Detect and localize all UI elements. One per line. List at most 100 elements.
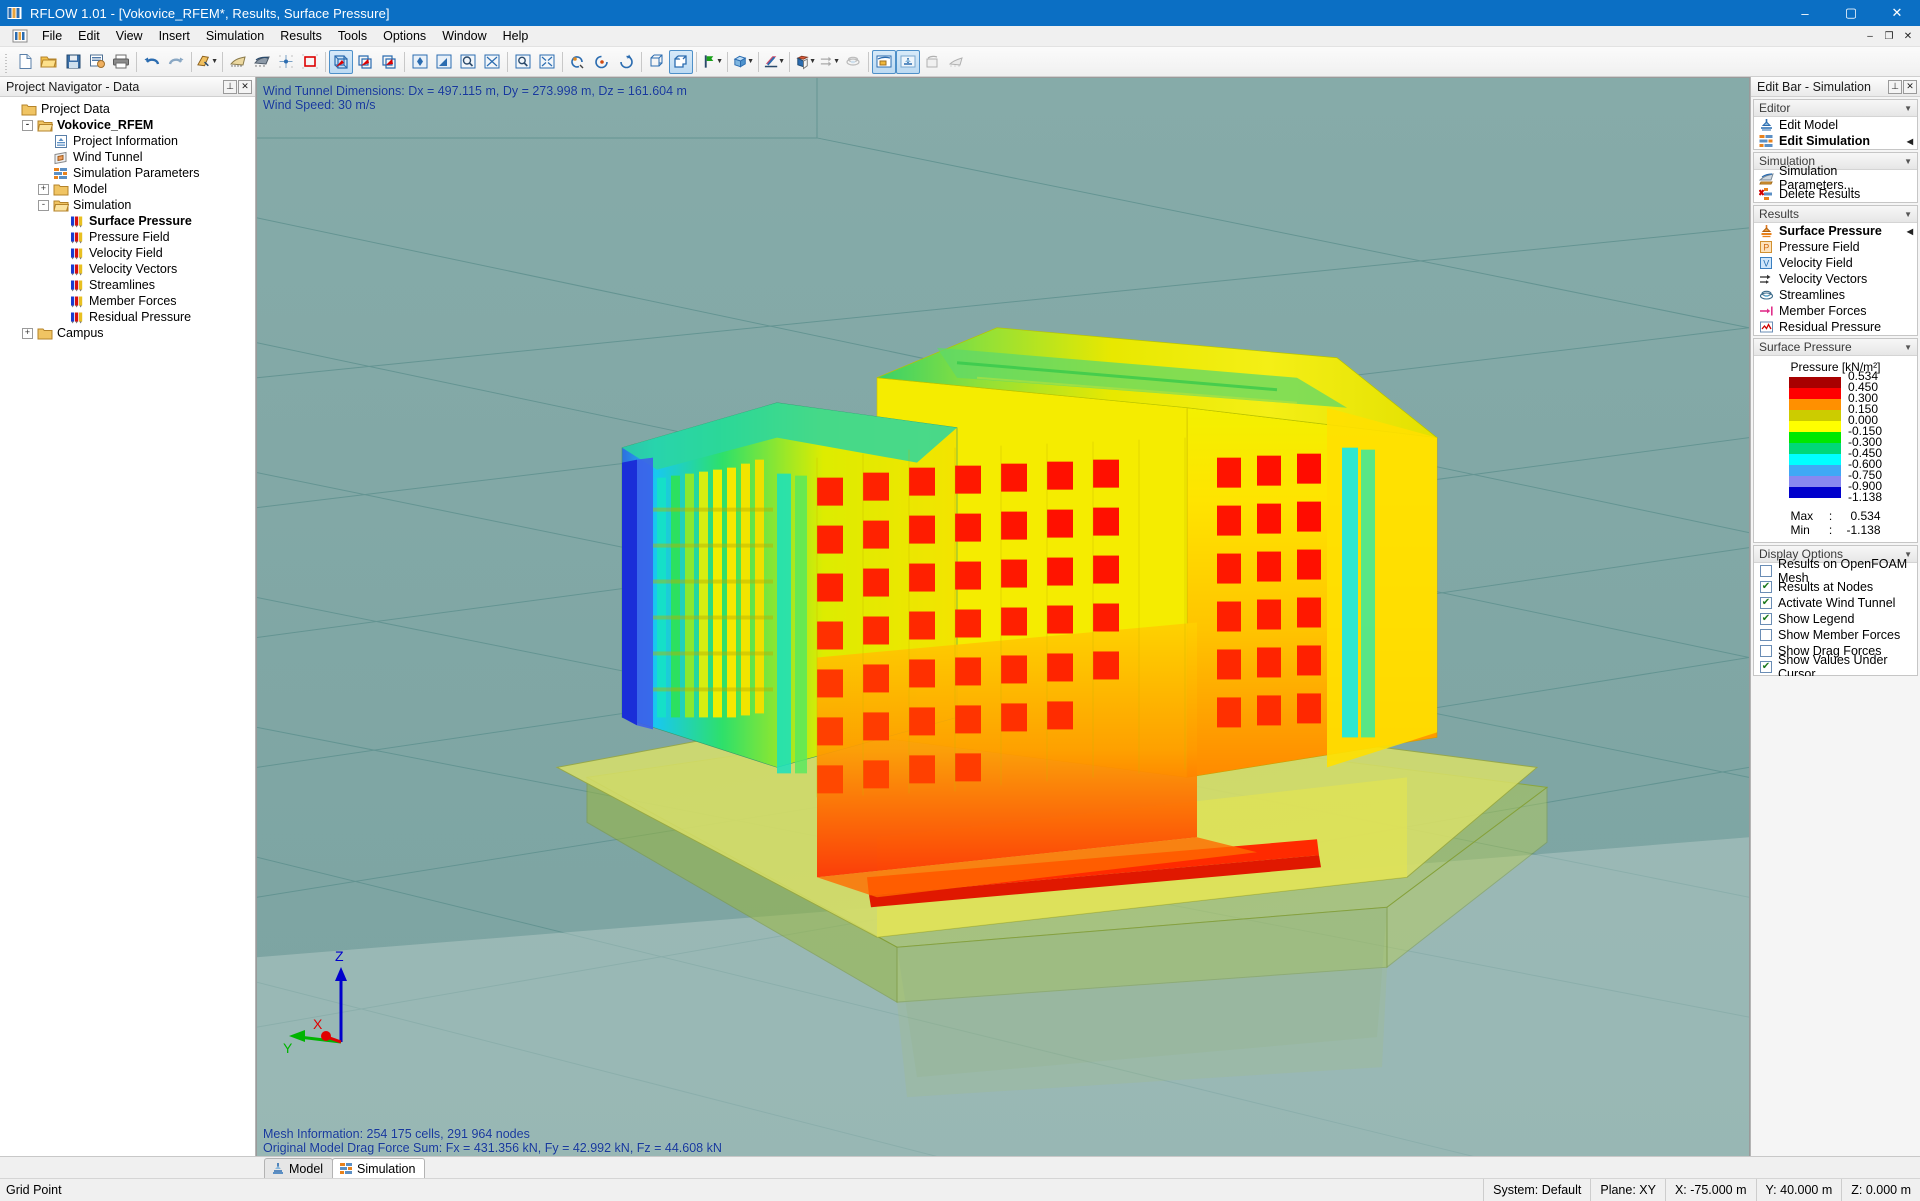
tree-item-velocity-field[interactable]: Velocity Field bbox=[0, 245, 255, 261]
zoom-fit-button[interactable] bbox=[535, 50, 559, 74]
navigator-close-button[interactable]: ✕ bbox=[238, 80, 252, 94]
checkbox[interactable] bbox=[1760, 597, 1772, 609]
chevron-down-icon[interactable]: ▼ bbox=[1904, 343, 1912, 352]
rotate-point-button[interactable] bbox=[590, 50, 614, 74]
render-mode-caret-icon[interactable]: ▼ bbox=[211, 58, 218, 65]
eb-item-surface-pressure[interactable]: Surface Pressure◀ bbox=[1754, 223, 1917, 239]
tree-item-streamlines[interactable]: Streamlines bbox=[0, 277, 255, 293]
eb-item-velocity-vectors[interactable]: Velocity Vectors bbox=[1754, 271, 1917, 287]
menu-item-help[interactable]: Help bbox=[495, 27, 537, 45]
tree-item-vokovice-rfem[interactable]: -Vokovice_RFEM bbox=[0, 117, 255, 133]
tree-item-campus[interactable]: +Campus bbox=[0, 325, 255, 341]
results-hatch-button[interactable] bbox=[944, 50, 968, 74]
menu-item-results[interactable]: Results bbox=[272, 27, 330, 45]
display-option-show-member-forces[interactable]: Show Member Forces bbox=[1754, 627, 1917, 643]
edit-bar-pin-button[interactable]: ⊥ bbox=[1888, 80, 1902, 94]
view-rotate-3-button[interactable] bbox=[377, 50, 401, 74]
zoom-magnifier-button[interactable] bbox=[511, 50, 535, 74]
eb-section-title[interactable]: Editor▼ bbox=[1754, 100, 1917, 117]
checkbox[interactable] bbox=[1760, 629, 1772, 641]
chevron-down-icon[interactable]: ▼ bbox=[1904, 104, 1912, 113]
tree-expand-toggle[interactable]: + bbox=[38, 184, 49, 195]
vectors-arrows-caret-icon[interactable]: ▼ bbox=[833, 58, 840, 65]
menu-item-simulation[interactable]: Simulation bbox=[198, 27, 272, 45]
eb-item-member-forces[interactable]: Member Forces bbox=[1754, 303, 1917, 319]
maximize-button[interactable]: ▢ bbox=[1828, 0, 1874, 26]
tree-item-velocity-vectors[interactable]: Velocity Vectors bbox=[0, 261, 255, 277]
view-rotate-active-button[interactable] bbox=[329, 50, 353, 74]
eb-item-pressure-field[interactable]: PPressure Field bbox=[1754, 239, 1917, 255]
eb-item-edit-simulation[interactable]: Edit Simulation◀ bbox=[1754, 133, 1917, 149]
tree-item-pressure-field[interactable]: Pressure Field bbox=[0, 229, 255, 245]
view-rotate-2-button[interactable] bbox=[353, 50, 377, 74]
zoom-window-button[interactable] bbox=[456, 50, 480, 74]
new-document-button[interactable] bbox=[13, 50, 37, 74]
mesh-display-button[interactable] bbox=[226, 50, 250, 74]
checkbox[interactable] bbox=[1760, 581, 1772, 593]
wireframe-box-button[interactable] bbox=[645, 50, 669, 74]
eb-section-title[interactable]: Results▼ bbox=[1754, 206, 1917, 223]
rotate-right-button[interactable] bbox=[614, 50, 638, 74]
navigator-pin-button[interactable]: ⊥ bbox=[223, 80, 237, 94]
menu-item-insert[interactable]: Insert bbox=[151, 27, 198, 45]
mdi-close-button[interactable]: ✕ bbox=[1899, 28, 1917, 44]
chevron-down-icon[interactable]: ▼ bbox=[1904, 210, 1912, 219]
box-view-button[interactable]: ▼ bbox=[731, 50, 755, 74]
tree-collapse-toggle[interactable]: - bbox=[22, 120, 33, 131]
tree-item-project-data[interactable]: Project Data bbox=[0, 101, 255, 117]
render-mode-button[interactable]: ▼ bbox=[195, 50, 219, 74]
solid-box-active-button[interactable] bbox=[669, 50, 693, 74]
menu-item-tools[interactable]: Tools bbox=[330, 27, 375, 45]
menu-grip[interactable] bbox=[0, 26, 9, 47]
surface-display-button[interactable] bbox=[250, 50, 274, 74]
display-option-activate-wind-tunnel[interactable]: Activate Wind Tunnel bbox=[1754, 595, 1917, 611]
project-tree[interactable]: Project Data-Vokovice_RFEMProject Inform… bbox=[0, 97, 255, 1156]
eb-item-edit-model[interactable]: Edit Model bbox=[1754, 117, 1917, 133]
streamline-flow-button[interactable] bbox=[841, 50, 865, 74]
mdi-minimize-button[interactable]: – bbox=[1861, 28, 1879, 44]
node-snap-button[interactable] bbox=[274, 50, 298, 74]
tree-item-project-information[interactable]: Project Information bbox=[0, 133, 255, 149]
direction-flag-caret-icon[interactable]: ▼ bbox=[716, 58, 723, 65]
tree-item-simulation[interactable]: -Simulation bbox=[0, 197, 255, 213]
zoom-region-button[interactable] bbox=[480, 50, 504, 74]
clipper-box-caret-icon[interactable]: ▼ bbox=[809, 58, 816, 65]
3d-viewport[interactable]: Wind Tunnel Dimensions: Dx = 497.115 m, … bbox=[256, 77, 1750, 1178]
direction-flag-button[interactable]: ▼ bbox=[700, 50, 724, 74]
tree-expand-toggle[interactable]: + bbox=[22, 328, 33, 339]
save-disk-button[interactable] bbox=[61, 50, 85, 74]
clipper-box-button[interactable]: ▼ bbox=[793, 50, 817, 74]
eb-item-simulation-parameters[interactable]: Simulation Parameters... bbox=[1754, 170, 1917, 186]
save-report-button[interactable] bbox=[85, 50, 109, 74]
rotate-left-button[interactable] bbox=[566, 50, 590, 74]
tree-collapse-toggle[interactable]: - bbox=[38, 200, 49, 211]
checkbox[interactable] bbox=[1760, 565, 1772, 577]
box-view-caret-icon[interactable]: ▼ bbox=[747, 58, 754, 65]
display-option-results-on-openfoam-mesh[interactable]: Results on OpenFOAM Mesh bbox=[1754, 563, 1917, 579]
menu-item-file[interactable]: File bbox=[34, 27, 70, 45]
minimize-button[interactable]: – bbox=[1782, 0, 1828, 26]
results-model-active-button[interactable] bbox=[896, 50, 920, 74]
display-option-show-legend[interactable]: Show Legend bbox=[1754, 611, 1917, 627]
section-hatch-button[interactable]: ▼ bbox=[762, 50, 786, 74]
tree-item-member-forces[interactable]: Member Forces bbox=[0, 293, 255, 309]
tree-item-surface-pressure[interactable]: Surface Pressure bbox=[0, 213, 255, 229]
menu-item-edit[interactable]: Edit bbox=[70, 27, 108, 45]
results-surface-active-button[interactable] bbox=[872, 50, 896, 74]
display-option-show-values-under-cursor[interactable]: Show Values Under Cursor bbox=[1754, 659, 1917, 675]
undo-button[interactable] bbox=[140, 50, 164, 74]
print-button[interactable] bbox=[109, 50, 133, 74]
menu-item-window[interactable]: Window bbox=[434, 27, 494, 45]
results-small-button[interactable] bbox=[920, 50, 944, 74]
eb-item-velocity-field[interactable]: VVelocity Field bbox=[1754, 255, 1917, 271]
view-center-button[interactable] bbox=[408, 50, 432, 74]
legend-section-title[interactable]: Surface Pressure▼ bbox=[1754, 339, 1917, 356]
tree-item-model[interactable]: +Model bbox=[0, 181, 255, 197]
doc-tab-simulation[interactable]: Simulation bbox=[332, 1158, 425, 1178]
close-button[interactable]: ✕ bbox=[1874, 0, 1920, 26]
selection-box-button[interactable] bbox=[298, 50, 322, 74]
menu-item-options[interactable]: Options bbox=[375, 27, 434, 45]
eb-item-residual-pressure[interactable]: Residual Pressure bbox=[1754, 319, 1917, 335]
tree-item-wind-tunnel[interactable]: Wind Tunnel bbox=[0, 149, 255, 165]
eb-item-streamlines[interactable]: Streamlines bbox=[1754, 287, 1917, 303]
